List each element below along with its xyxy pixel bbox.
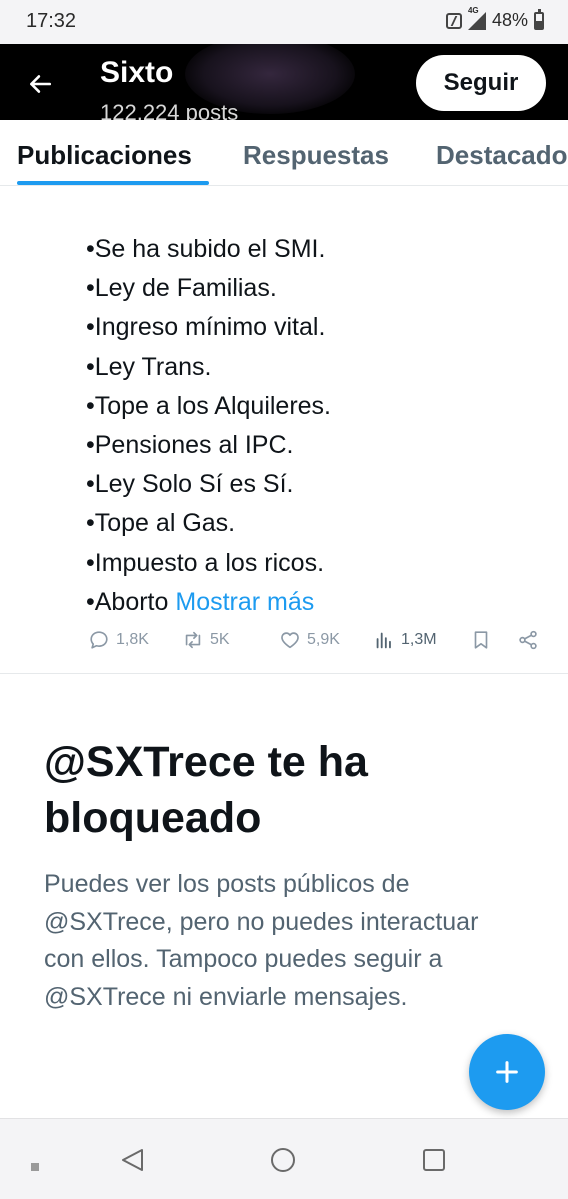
share-button[interactable] (517, 626, 539, 654)
like-count: 5,9K (307, 631, 340, 648)
tab-respuestas[interactable]: Respuestas (243, 140, 389, 171)
post-line: •Pensiones al IPC. (86, 431, 294, 460)
views-count: 1,3M (401, 631, 437, 648)
divider (0, 673, 568, 674)
post-line-text: •Aborto (86, 587, 169, 616)
dot-icon (31, 1163, 39, 1171)
signal-icon: 4G (467, 6, 486, 30)
profile-header: Sixto 122.224 posts Seguir (0, 44, 568, 120)
blocked-description: Puedes ver los posts públicos de @SXTrec… (44, 870, 479, 1011)
bookmark-icon (474, 631, 488, 649)
post-line: •Ley Solo Sí es Sí. (86, 470, 294, 499)
arrow-left-icon (30, 75, 52, 93)
battery-icon (534, 8, 544, 30)
triangle-back-icon (122, 1149, 143, 1171)
share-icon (519, 630, 537, 650)
post-line: •Tope al Gas. (86, 509, 236, 538)
heart-icon (281, 632, 299, 649)
profile-tabs: Publicaciones Respuestas Destacados (0, 120, 568, 186)
nfc-icon (445, 12, 462, 29)
repost-icon (185, 631, 201, 649)
tab-publicaciones[interactable]: Publicaciones (17, 140, 192, 171)
post-line: •Ingreso mínimo vital. (86, 313, 326, 342)
blocked-title: @SXTrece te ha bloqueado (44, 738, 368, 842)
status-bar: 17:32 4G 48% (0, 0, 568, 44)
like-button[interactable]: 5,9K (279, 626, 340, 654)
circle-home-icon (271, 1148, 295, 1172)
post-last-line: •Aborto Mostrar más (86, 583, 556, 622)
reply-button[interactable]: 1,8K (88, 626, 149, 654)
profile-posts-count: 122.224 posts (100, 100, 239, 120)
show-more-link[interactable]: Mostrar más (175, 588, 314, 616)
nav-home-button[interactable] (268, 1145, 298, 1175)
views-chart-icon (376, 632, 391, 649)
plus-icon (496, 1061, 518, 1083)
active-tab-indicator (17, 181, 209, 185)
reply-count: 1,8K (116, 631, 149, 648)
square-recents-icon (423, 1149, 445, 1171)
nav-back-button[interactable] (118, 1145, 148, 1175)
battery-percent: 48% (491, 10, 528, 30)
repost-button[interactable]: 5K (182, 626, 230, 654)
status-time: 17:32 (26, 10, 77, 32)
post-text: •Se ha subido el SMI. •Ley de Familias. … (86, 230, 556, 622)
bookmark-button[interactable] (470, 626, 492, 654)
network-type: 4G (467, 5, 479, 15)
follow-button[interactable]: Seguir (416, 55, 546, 111)
nav-menu-button[interactable] (20, 1145, 50, 1175)
post-line: •Se ha subido el SMI. (86, 235, 326, 263)
system-nav-bar (0, 1118, 568, 1199)
compose-post-button[interactable] (469, 1034, 545, 1110)
post-line: •Impuesto a los ricos. (86, 548, 325, 577)
post-line: •Ley Trans. (86, 352, 212, 381)
tab-destacados[interactable]: Destacados (436, 140, 568, 171)
reply-icon (90, 631, 108, 649)
post-line: •Tope a los Alquileres. (86, 391, 332, 420)
repost-count: 5K (210, 631, 230, 648)
status-icons: 4G 48% (445, 6, 544, 31)
views-button[interactable]: 1,3M (373, 626, 437, 654)
post-actions: 1,8K 5K 5,9K 1,3M (86, 626, 546, 656)
post-line: •Ley de Familias. (86, 274, 277, 303)
nav-recents-button[interactable] (419, 1145, 449, 1175)
back-button[interactable] (18, 62, 62, 106)
profile-name: Sixto (100, 56, 174, 89)
